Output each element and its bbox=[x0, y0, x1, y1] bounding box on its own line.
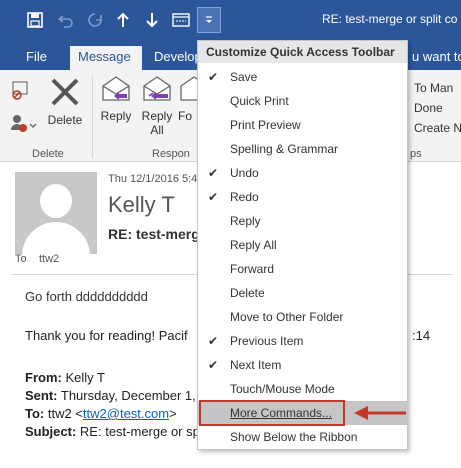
customize-qat-menu: Customize Quick Access Toolbar ✔ Save Quic… bbox=[197, 40, 408, 450]
quoted-subject: Subject: RE: test-merge or sp bbox=[25, 424, 200, 439]
quoted-sent: Sent: Thursday, December 1, bbox=[25, 388, 196, 403]
menu-item-label: Touch/Mouse Mode bbox=[230, 382, 335, 396]
quoted-subject-label: Subject: bbox=[25, 424, 77, 439]
undo-icon[interactable] bbox=[55, 8, 77, 32]
menu-item-previous-item[interactable]: ✔ Previous Item bbox=[198, 329, 407, 353]
customize-dropdown-icon[interactable] bbox=[197, 7, 221, 33]
tab-file[interactable]: File bbox=[18, 46, 55, 70]
email-subject: RE: test-merge bbox=[108, 226, 208, 242]
menu-item-label: Reply All bbox=[230, 238, 277, 252]
menu-item-label: Next Item bbox=[230, 358, 282, 372]
redo-icon[interactable] bbox=[84, 8, 106, 32]
save-icon[interactable] bbox=[24, 8, 46, 32]
next-item-icon[interactable] bbox=[141, 8, 163, 32]
quoted-from: From: Kelly T bbox=[25, 370, 105, 385]
ignore-icon[interactable] bbox=[8, 78, 32, 102]
menu-item-label: Show Below the Ribbon bbox=[230, 430, 358, 444]
quoted-to-link[interactable]: ttw2@test.com bbox=[83, 406, 169, 421]
menu-item-label: Forward bbox=[230, 262, 275, 276]
previous-item-icon[interactable] bbox=[112, 8, 134, 32]
quoted-to: To: ttw2 <ttw2@test.com> bbox=[25, 406, 177, 421]
menu-item-save[interactable]: ✔ Save bbox=[198, 65, 407, 89]
reply-button[interactable]: Reply bbox=[98, 74, 134, 138]
tab-message[interactable]: Message bbox=[70, 46, 142, 70]
quoted-to-value: ttw2 < bbox=[47, 406, 83, 421]
menu-item-label: Redo bbox=[230, 190, 259, 204]
email-sender[interactable]: Kelly T bbox=[108, 192, 175, 218]
quoted-from-value: Kelly T bbox=[65, 370, 105, 385]
menu-item-label: Reply bbox=[230, 214, 261, 228]
checkmark-icon: ✔ bbox=[208, 334, 219, 348]
quick-step-done[interactable]: Done bbox=[414, 101, 443, 115]
menu-header: Customize Quick Access Toolbar bbox=[198, 41, 407, 63]
quick-step-create-new[interactable]: Create N bbox=[414, 121, 461, 135]
quoted-sent-value: Thursday, December 1, bbox=[60, 388, 196, 403]
menu-item-reply-all[interactable]: Reply All bbox=[198, 233, 407, 257]
menu-item-spelling-grammar[interactable]: Spelling & Grammar bbox=[198, 137, 407, 161]
menu-item-label: Print Preview bbox=[230, 118, 301, 132]
checkmark-icon: ✔ bbox=[208, 70, 219, 84]
tab-tell-me[interactable]: u want to bbox=[404, 46, 461, 70]
menu-item-label: Undo bbox=[230, 166, 259, 180]
quoted-sent-label: Sent: bbox=[25, 388, 58, 403]
junk-icon[interactable] bbox=[8, 112, 38, 136]
menu-item-print-preview[interactable]: Print Preview bbox=[198, 113, 407, 137]
email-to-value[interactable]: ttw2 bbox=[39, 253, 59, 265]
menu-item-next-item[interactable]: ✔ Next Item bbox=[198, 353, 407, 377]
quick-step-to-manager[interactable]: To Man bbox=[414, 81, 453, 95]
body-line-2-end: :14 bbox=[412, 328, 431, 343]
reply-all-button[interactable]: Reply All bbox=[138, 74, 176, 146]
avatar bbox=[15, 172, 97, 254]
checkmark-icon: ✔ bbox=[208, 190, 219, 204]
title-bar: RE: test-merge or split co bbox=[0, 0, 461, 40]
checkmark-icon: ✔ bbox=[208, 358, 219, 372]
menu-item-redo[interactable]: ✔ Redo bbox=[198, 185, 407, 209]
menu-item-reply[interactable]: Reply bbox=[198, 209, 407, 233]
email-to-label: To bbox=[15, 253, 27, 265]
menu-item-label: Save bbox=[230, 70, 258, 84]
reply-label: Reply bbox=[100, 109, 132, 123]
reply-all-label-1: Reply bbox=[141, 109, 173, 123]
menu-item-touch-mouse-mode[interactable]: Touch/Mouse Mode bbox=[198, 377, 407, 401]
quoted-subject-value: RE: test-merge or sp bbox=[79, 424, 200, 439]
body-line-1: Go forth dddddddddd bbox=[25, 289, 148, 304]
menu-item-label: Quick Print bbox=[230, 94, 289, 108]
forward-label: Fo bbox=[178, 109, 193, 123]
menu-item-undo[interactable]: ✔ Undo bbox=[198, 161, 407, 185]
menu-item-delete[interactable]: Delete bbox=[198, 281, 407, 305]
delete-button[interactable]: Delete bbox=[46, 76, 84, 140]
menu-item-label: Spelling & Grammar bbox=[230, 142, 339, 156]
menu-item-move-to-other-folder[interactable]: Move to Other Folder bbox=[198, 305, 407, 329]
menu-item-label: Move to Other Folder bbox=[230, 310, 344, 324]
group-divider bbox=[92, 76, 93, 158]
group-label-quick-steps: ps bbox=[410, 148, 422, 160]
forward-button[interactable]: Fo bbox=[178, 74, 198, 138]
checkmark-icon: ✔ bbox=[208, 166, 219, 180]
email-date: Thu 12/1/2016 5:4 bbox=[108, 173, 198, 185]
menu-item-label: Delete bbox=[230, 286, 265, 300]
delete-label: Delete bbox=[47, 113, 83, 127]
reply-all-label-2: All bbox=[150, 123, 164, 137]
group-label-respond: Respon bbox=[152, 148, 190, 160]
pointer-arrow-icon bbox=[354, 406, 406, 420]
quoted-to-end: > bbox=[169, 406, 177, 421]
touch-mode-icon[interactable] bbox=[170, 8, 192, 32]
quoted-from-label: From: bbox=[25, 370, 62, 385]
menu-item-show-below-the-ribbon[interactable]: Show Below the Ribbon bbox=[198, 425, 407, 449]
menu-item-forward[interactable]: Forward bbox=[198, 257, 407, 281]
group-label-delete: Delete bbox=[32, 148, 64, 160]
quoted-to-label: To: bbox=[25, 406, 45, 421]
menu-item-quick-print[interactable]: Quick Print bbox=[198, 89, 407, 113]
highlight-frame bbox=[199, 400, 345, 426]
menu-item-label: Previous Item bbox=[230, 334, 304, 348]
window-title: RE: test-merge or split co bbox=[322, 12, 458, 26]
body-line-2: Thank you for reading! Pacif bbox=[25, 328, 188, 343]
